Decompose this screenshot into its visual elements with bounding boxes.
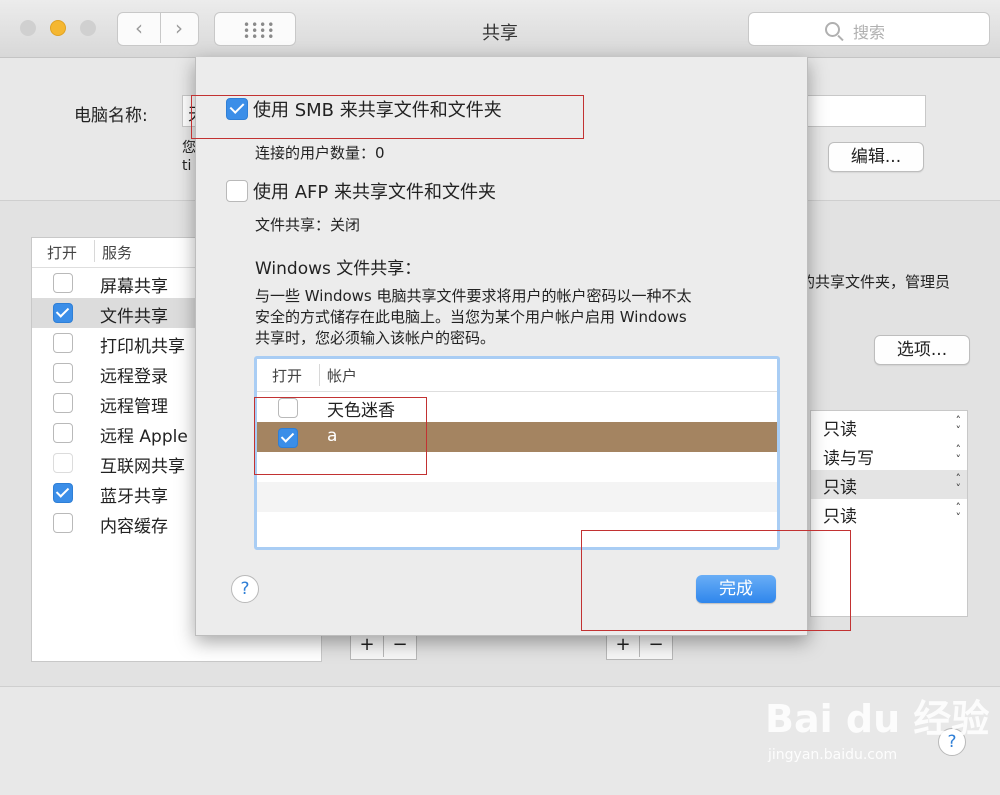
service-label: 文件共享 [100,307,168,327]
permission-value: 只读 [823,478,857,498]
permission-value: 只读 [823,507,857,527]
computer-name-desc-line2: ti [182,158,192,174]
remove-icon[interactable]: − [639,633,672,657]
empty-row [257,482,777,512]
user-add-remove-control: + − [606,632,673,660]
column-divider [94,240,95,262]
edit-button[interactable]: 编辑... [828,142,924,172]
service-checkbox[interactable] [53,303,73,323]
stepper-updown-icon[interactable]: ˄ ˅ [956,415,962,436]
annotation-box-account [254,397,427,475]
service-label: 远程 Apple [100,427,188,447]
options-button[interactable]: 选项... [874,335,970,365]
stepper-updown-icon[interactable]: ˄ ˅ [956,444,962,465]
watermark-logo: Bai du 经验 [765,697,990,741]
service-checkbox[interactable] [53,453,73,473]
service-label: 远程管理 [100,397,168,417]
service-label: 远程登录 [100,367,168,387]
service-label: 屏幕共享 [100,277,168,297]
afp-checkbox[interactable] [226,180,248,202]
stepper-updown-icon[interactable]: ˄ ˅ [956,502,962,523]
windows-sharing-title: Windows 文件共享： [255,259,422,279]
add-icon[interactable]: + [607,633,639,657]
windows-sharing-desc-line2: 安全的方式储存在此电脑上。当您为某个用户帐户启用 Windows [255,308,687,326]
service-label: 蓝牙共享 [100,487,168,507]
permission-row[interactable]: 只读 ˄ ˅ [811,499,967,528]
search-icon [825,22,840,37]
service-checkbox[interactable] [53,273,73,293]
service-label: 互联网共享 [100,457,185,477]
column-header-service: 服务 [102,244,133,262]
search-placeholder: 搜索 [853,23,886,42]
service-checkbox[interactable] [53,333,73,353]
service-label: 打印机共享 [100,337,185,357]
folder-add-remove-control: + − [350,632,417,660]
file-sharing-description: 的共享文件夹，管理员 [800,273,951,291]
windows-sharing-desc-line3: 共享时，您必须输入该帐户的密码。 [255,329,496,347]
permission-row[interactable]: 只读 ˄ ˅ [811,470,967,499]
column-header-on: 打开 [47,244,78,262]
add-icon[interactable]: + [351,633,383,657]
permission-row[interactable]: 读与写 ˄ ˅ [811,441,967,470]
help-icon[interactable]: ? [231,575,259,603]
afp-status: 文件共享：关闭 [255,216,361,234]
remove-icon[interactable]: − [383,633,416,657]
annotation-box-smb [191,95,584,139]
computer-name-label: 电脑名称: [74,106,148,126]
service-checkbox[interactable] [53,423,73,443]
permission-value: 只读 [823,420,857,440]
watermark-url: jingyan.baidu.com [768,747,898,763]
computer-name-desc-line1: 您 [182,140,196,156]
service-checkbox[interactable] [53,513,73,533]
stepper-updown-icon[interactable]: ˄ ˅ [956,473,962,494]
service-checkbox[interactable] [53,483,73,503]
smb-connected-users: 连接的用户数量：0 [255,144,385,162]
column-header-on: 打开 [272,367,303,385]
window-titlebar: ‹ › •••• •••• •••• 共享 搜索 [0,0,1000,58]
column-header-account: 帐户 [327,367,358,385]
permission-row[interactable]: 只读 ˄ ˅ [811,412,967,441]
column-divider [319,364,320,386]
search-input[interactable]: 搜索 [748,12,990,46]
service-label: 内容缓存 [100,517,168,537]
permission-value: 读与写 [823,449,874,469]
annotation-box-done [581,530,851,631]
service-checkbox[interactable] [53,393,73,413]
windows-sharing-desc-line1: 与一些 Windows 电脑共享文件要求将用户的帐户密码以一种不太 [255,287,692,305]
service-checkbox[interactable] [53,363,73,383]
afp-label: 使用 AFP 来共享文件和文件夹 [253,182,496,203]
